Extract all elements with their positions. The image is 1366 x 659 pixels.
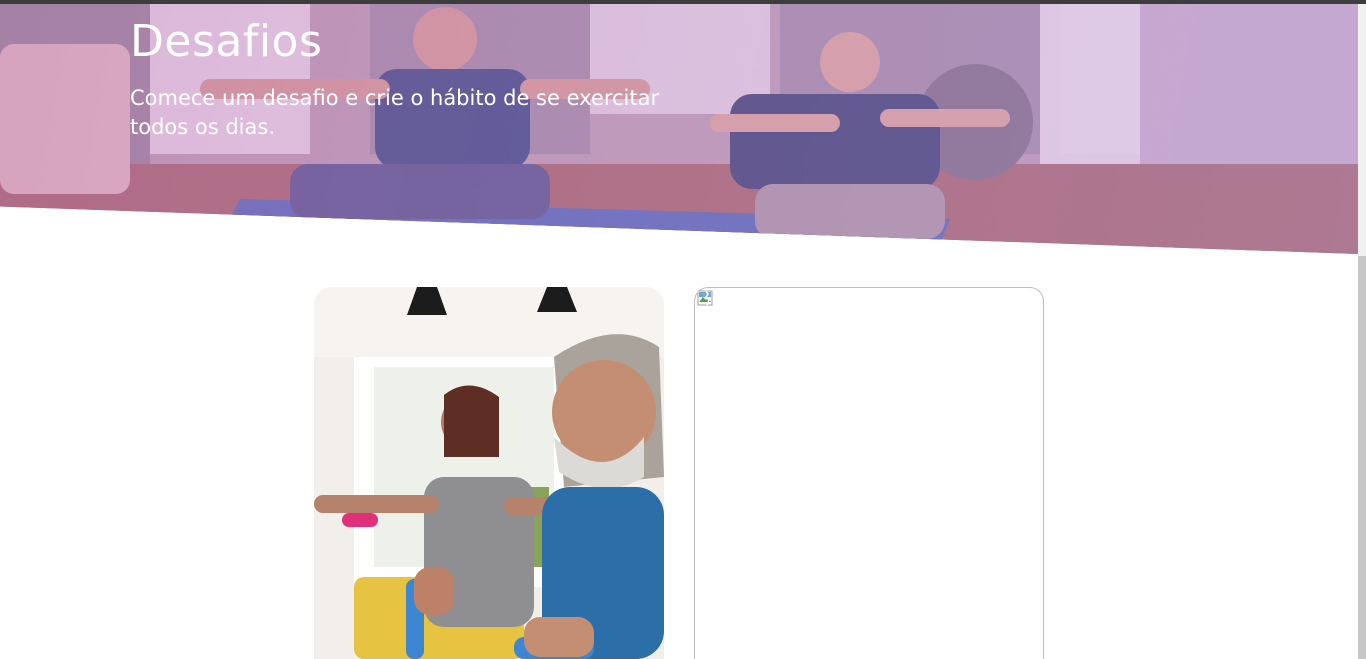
broken-image-icon — [697, 290, 713, 306]
browser-top-bar — [0, 0, 1366, 4]
page-scrollbar-thumb[interactable] — [1358, 256, 1366, 659]
hero-banner: Desafios Comece um desafio e crie o hábi… — [0, 4, 1358, 254]
challenge-card-1[interactable] — [314, 287, 664, 659]
challenge-card-1-photo — [314, 287, 664, 659]
page-title: Desafios — [130, 16, 323, 67]
challenge-card-2[interactable] — [694, 287, 1044, 659]
page-subtitle: Comece um desafio e crie o hábito de se … — [130, 86, 660, 139]
